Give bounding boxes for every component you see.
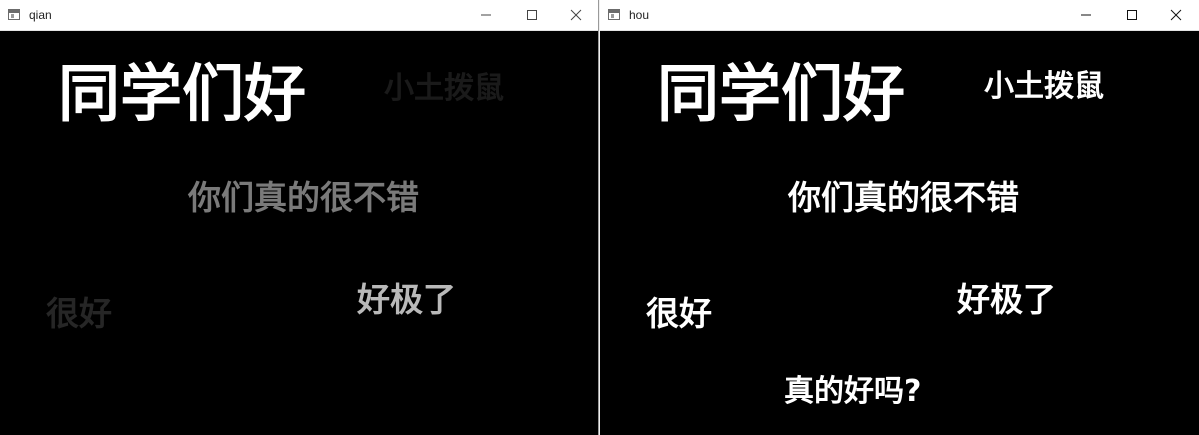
text-haojile: 好极了 — [957, 280, 1056, 319]
window-qian: qian 同学们好 小土拨鼠 你们真的很不错 好极了 很好 — [0, 0, 599, 435]
text-xiaotuboshu: 小土拨鼠 — [384, 71, 504, 106]
display-canvas: 同学们好 小土拨鼠 你们真的很不错 好极了 很好 真的好吗? — [600, 31, 1199, 435]
text-tongxuemenhao: 同学们好 — [58, 57, 307, 130]
display-canvas: 同学们好 小土拨鼠 你们真的很不错 好极了 很好 — [0, 31, 598, 435]
maximize-icon — [1127, 10, 1137, 20]
app-window-icon — [608, 9, 620, 20]
titlebar[interactable]: hou — [600, 0, 1199, 31]
close-button[interactable] — [1153, 0, 1199, 30]
maximize-button[interactable] — [509, 0, 555, 30]
text-nimenzhendehenbucuo: 你们真的很不错 — [188, 178, 419, 217]
window-hou: hou 同学们好 小土拨鼠 你们真的很不错 好极了 很好 真的好吗? — [600, 0, 1199, 435]
text-tongxuemenhao: 同学们好 — [657, 57, 906, 130]
text-henhao: 很好 — [646, 294, 712, 333]
close-icon — [570, 9, 582, 21]
maximize-icon — [527, 10, 537, 20]
text-zhendehaoma: 真的好吗? — [784, 374, 922, 409]
window-title: qian — [29, 8, 52, 22]
close-icon — [1170, 9, 1182, 21]
close-button[interactable] — [553, 0, 598, 30]
text-xiaotuboshu: 小土拨鼠 — [984, 69, 1104, 104]
text-nimenzhendehenbucuo: 你们真的很不错 — [788, 178, 1019, 217]
minimize-icon — [481, 14, 491, 16]
maximize-button[interactable] — [1109, 0, 1155, 30]
text-henhao: 很好 — [46, 294, 112, 333]
minimize-icon — [1081, 14, 1091, 16]
titlebar[interactable]: qian — [0, 0, 598, 31]
minimize-button[interactable] — [463, 0, 509, 30]
window-title: hou — [629, 8, 650, 22]
text-haojile: 好极了 — [357, 280, 456, 319]
app-window-icon — [8, 9, 20, 20]
minimize-button[interactable] — [1063, 0, 1109, 30]
